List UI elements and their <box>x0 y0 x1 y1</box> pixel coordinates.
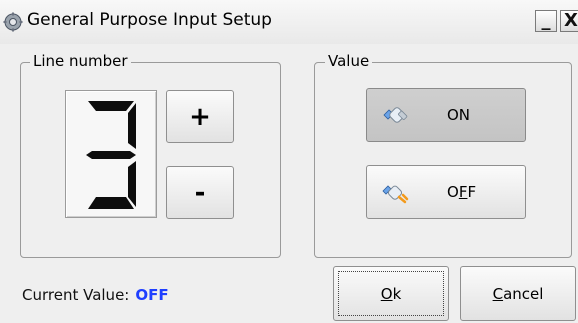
close-button[interactable]: X <box>560 10 578 32</box>
cancel-button-label: Cancel <box>492 284 544 303</box>
gear-icon <box>3 12 23 32</box>
value-group-label: Value <box>325 52 373 70</box>
on-button[interactable]: ON <box>366 88 526 142</box>
minimize-button[interactable]: _ <box>535 10 557 32</box>
on-button-label: ON <box>447 106 471 124</box>
line-number-display: 3 <box>65 90 157 218</box>
line-number-group-label: Line number <box>30 52 131 70</box>
current-value-label: Current Value: <box>22 286 130 304</box>
minus-icon: - <box>194 177 206 208</box>
plus-icon: + <box>189 101 211 132</box>
plug-disconnected-icon <box>382 185 409 204</box>
off-button[interactable]: OFF <box>366 165 526 219</box>
title-bar[interactable]: General Purpose Input Setup _ X <box>0 0 578 45</box>
focus-ring <box>338 271 444 316</box>
ok-button[interactable]: Ok <box>333 266 449 321</box>
cancel-button[interactable]: Cancel <box>460 266 576 321</box>
current-value-text: OFF <box>135 286 169 304</box>
window-title: General Purpose Input Setup <box>27 10 272 30</box>
seven-segment-digit <box>86 101 136 209</box>
decrement-button[interactable]: - <box>166 166 234 219</box>
plug-connected-icon <box>383 107 408 123</box>
increment-button[interactable]: + <box>166 90 234 143</box>
current-value-status: Current Value: OFF <box>22 286 169 304</box>
off-button-label: OFF <box>447 183 477 201</box>
